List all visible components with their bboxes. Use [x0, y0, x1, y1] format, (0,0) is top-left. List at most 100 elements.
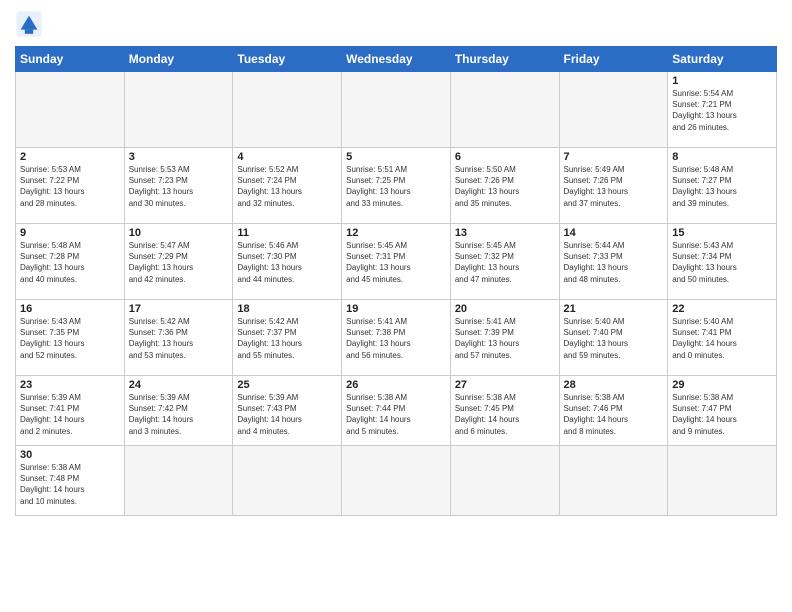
day-number: 23 — [20, 379, 120, 391]
day-info: Sunrise: 5:38 AM Sunset: 7:44 PM Dayligh… — [346, 392, 446, 437]
table-row: 25Sunrise: 5:39 AM Sunset: 7:43 PM Dayli… — [233, 376, 342, 446]
day-number: 29 — [672, 379, 772, 391]
day-info: Sunrise: 5:54 AM Sunset: 7:21 PM Dayligh… — [672, 88, 772, 133]
header-sunday: Sunday — [16, 47, 125, 72]
table-row: 20Sunrise: 5:41 AM Sunset: 7:39 PM Dayli… — [450, 300, 559, 376]
table-row: 14Sunrise: 5:44 AM Sunset: 7:33 PM Dayli… — [559, 224, 668, 300]
table-row — [342, 72, 451, 148]
day-number: 5 — [346, 151, 446, 163]
day-number: 1 — [672, 75, 772, 87]
day-number: 9 — [20, 227, 120, 239]
day-number: 10 — [129, 227, 229, 239]
table-row: 19Sunrise: 5:41 AM Sunset: 7:38 PM Dayli… — [342, 300, 451, 376]
table-row — [559, 446, 668, 516]
table-row: 8Sunrise: 5:48 AM Sunset: 7:27 PM Daylig… — [668, 148, 777, 224]
table-row: 6Sunrise: 5:50 AM Sunset: 7:26 PM Daylig… — [450, 148, 559, 224]
table-row — [233, 72, 342, 148]
table-row: 4Sunrise: 5:52 AM Sunset: 7:24 PM Daylig… — [233, 148, 342, 224]
header-saturday: Saturday — [668, 47, 777, 72]
day-number: 2 — [20, 151, 120, 163]
header-thursday: Thursday — [450, 47, 559, 72]
day-info: Sunrise: 5:41 AM Sunset: 7:38 PM Dayligh… — [346, 316, 446, 361]
header-wednesday: Wednesday — [342, 47, 451, 72]
day-number: 11 — [237, 227, 337, 239]
table-row: 13Sunrise: 5:45 AM Sunset: 7:32 PM Dayli… — [450, 224, 559, 300]
calendar-row: 9Sunrise: 5:48 AM Sunset: 7:28 PM Daylig… — [16, 224, 777, 300]
day-info: Sunrise: 5:39 AM Sunset: 7:41 PM Dayligh… — [20, 392, 120, 437]
table-row — [668, 446, 777, 516]
table-row: 9Sunrise: 5:48 AM Sunset: 7:28 PM Daylig… — [16, 224, 125, 300]
table-row: 23Sunrise: 5:39 AM Sunset: 7:41 PM Dayli… — [16, 376, 125, 446]
day-info: Sunrise: 5:46 AM Sunset: 7:30 PM Dayligh… — [237, 240, 337, 285]
table-row: 10Sunrise: 5:47 AM Sunset: 7:29 PM Dayli… — [124, 224, 233, 300]
day-number: 21 — [564, 303, 664, 315]
logo — [15, 10, 47, 38]
day-number: 27 — [455, 379, 555, 391]
table-row: 21Sunrise: 5:40 AM Sunset: 7:40 PM Dayli… — [559, 300, 668, 376]
calendar-row: 1Sunrise: 5:54 AM Sunset: 7:21 PM Daylig… — [16, 72, 777, 148]
day-number: 6 — [455, 151, 555, 163]
table-row — [559, 72, 668, 148]
day-number: 19 — [346, 303, 446, 315]
calendar-header-row: Sunday Monday Tuesday Wednesday Thursday… — [16, 47, 777, 72]
day-info: Sunrise: 5:50 AM Sunset: 7:26 PM Dayligh… — [455, 164, 555, 209]
table-row: 18Sunrise: 5:42 AM Sunset: 7:37 PM Dayli… — [233, 300, 342, 376]
logo-icon — [15, 10, 43, 38]
day-info: Sunrise: 5:49 AM Sunset: 7:26 PM Dayligh… — [564, 164, 664, 209]
day-number: 28 — [564, 379, 664, 391]
day-number: 12 — [346, 227, 446, 239]
calendar: Sunday Monday Tuesday Wednesday Thursday… — [15, 46, 777, 516]
table-row: 30Sunrise: 5:38 AM Sunset: 7:48 PM Dayli… — [16, 446, 125, 516]
day-number: 8 — [672, 151, 772, 163]
table-row: 24Sunrise: 5:39 AM Sunset: 7:42 PM Dayli… — [124, 376, 233, 446]
table-row: 3Sunrise: 5:53 AM Sunset: 7:23 PM Daylig… — [124, 148, 233, 224]
table-row: 27Sunrise: 5:38 AM Sunset: 7:45 PM Dayli… — [450, 376, 559, 446]
day-number: 30 — [20, 449, 120, 461]
table-row: 2Sunrise: 5:53 AM Sunset: 7:22 PM Daylig… — [16, 148, 125, 224]
day-info: Sunrise: 5:39 AM Sunset: 7:43 PM Dayligh… — [237, 392, 337, 437]
day-info: Sunrise: 5:52 AM Sunset: 7:24 PM Dayligh… — [237, 164, 337, 209]
day-number: 25 — [237, 379, 337, 391]
table-row: 17Sunrise: 5:42 AM Sunset: 7:36 PM Dayli… — [124, 300, 233, 376]
day-info: Sunrise: 5:38 AM Sunset: 7:45 PM Dayligh… — [455, 392, 555, 437]
table-row — [233, 446, 342, 516]
day-number: 22 — [672, 303, 772, 315]
day-info: Sunrise: 5:45 AM Sunset: 7:31 PM Dayligh… — [346, 240, 446, 285]
table-row — [342, 446, 451, 516]
day-number: 14 — [564, 227, 664, 239]
day-number: 3 — [129, 151, 229, 163]
day-info: Sunrise: 5:40 AM Sunset: 7:40 PM Dayligh… — [564, 316, 664, 361]
table-row: 22Sunrise: 5:40 AM Sunset: 7:41 PM Dayli… — [668, 300, 777, 376]
table-row: 28Sunrise: 5:38 AM Sunset: 7:46 PM Dayli… — [559, 376, 668, 446]
day-info: Sunrise: 5:45 AM Sunset: 7:32 PM Dayligh… — [455, 240, 555, 285]
table-row — [16, 72, 125, 148]
table-row: 7Sunrise: 5:49 AM Sunset: 7:26 PM Daylig… — [559, 148, 668, 224]
table-row: 15Sunrise: 5:43 AM Sunset: 7:34 PM Dayli… — [668, 224, 777, 300]
day-info: Sunrise: 5:42 AM Sunset: 7:36 PM Dayligh… — [129, 316, 229, 361]
table-row — [124, 72, 233, 148]
day-info: Sunrise: 5:48 AM Sunset: 7:28 PM Dayligh… — [20, 240, 120, 285]
day-info: Sunrise: 5:53 AM Sunset: 7:23 PM Dayligh… — [129, 164, 229, 209]
header — [15, 10, 777, 38]
table-row: 12Sunrise: 5:45 AM Sunset: 7:31 PM Dayli… — [342, 224, 451, 300]
table-row: 11Sunrise: 5:46 AM Sunset: 7:30 PM Dayli… — [233, 224, 342, 300]
table-row — [450, 72, 559, 148]
day-number: 4 — [237, 151, 337, 163]
header-friday: Friday — [559, 47, 668, 72]
header-tuesday: Tuesday — [233, 47, 342, 72]
day-info: Sunrise: 5:48 AM Sunset: 7:27 PM Dayligh… — [672, 164, 772, 209]
day-info: Sunrise: 5:38 AM Sunset: 7:47 PM Dayligh… — [672, 392, 772, 437]
day-number: 24 — [129, 379, 229, 391]
day-number: 18 — [237, 303, 337, 315]
day-number: 17 — [129, 303, 229, 315]
day-info: Sunrise: 5:43 AM Sunset: 7:35 PM Dayligh… — [20, 316, 120, 361]
calendar-row: 23Sunrise: 5:39 AM Sunset: 7:41 PM Dayli… — [16, 376, 777, 446]
day-number: 13 — [455, 227, 555, 239]
day-info: Sunrise: 5:47 AM Sunset: 7:29 PM Dayligh… — [129, 240, 229, 285]
table-row: 16Sunrise: 5:43 AM Sunset: 7:35 PM Dayli… — [16, 300, 125, 376]
header-monday: Monday — [124, 47, 233, 72]
day-info: Sunrise: 5:38 AM Sunset: 7:48 PM Dayligh… — [20, 462, 120, 507]
day-number: 7 — [564, 151, 664, 163]
calendar-row: 30Sunrise: 5:38 AM Sunset: 7:48 PM Dayli… — [16, 446, 777, 516]
day-info: Sunrise: 5:44 AM Sunset: 7:33 PM Dayligh… — [564, 240, 664, 285]
